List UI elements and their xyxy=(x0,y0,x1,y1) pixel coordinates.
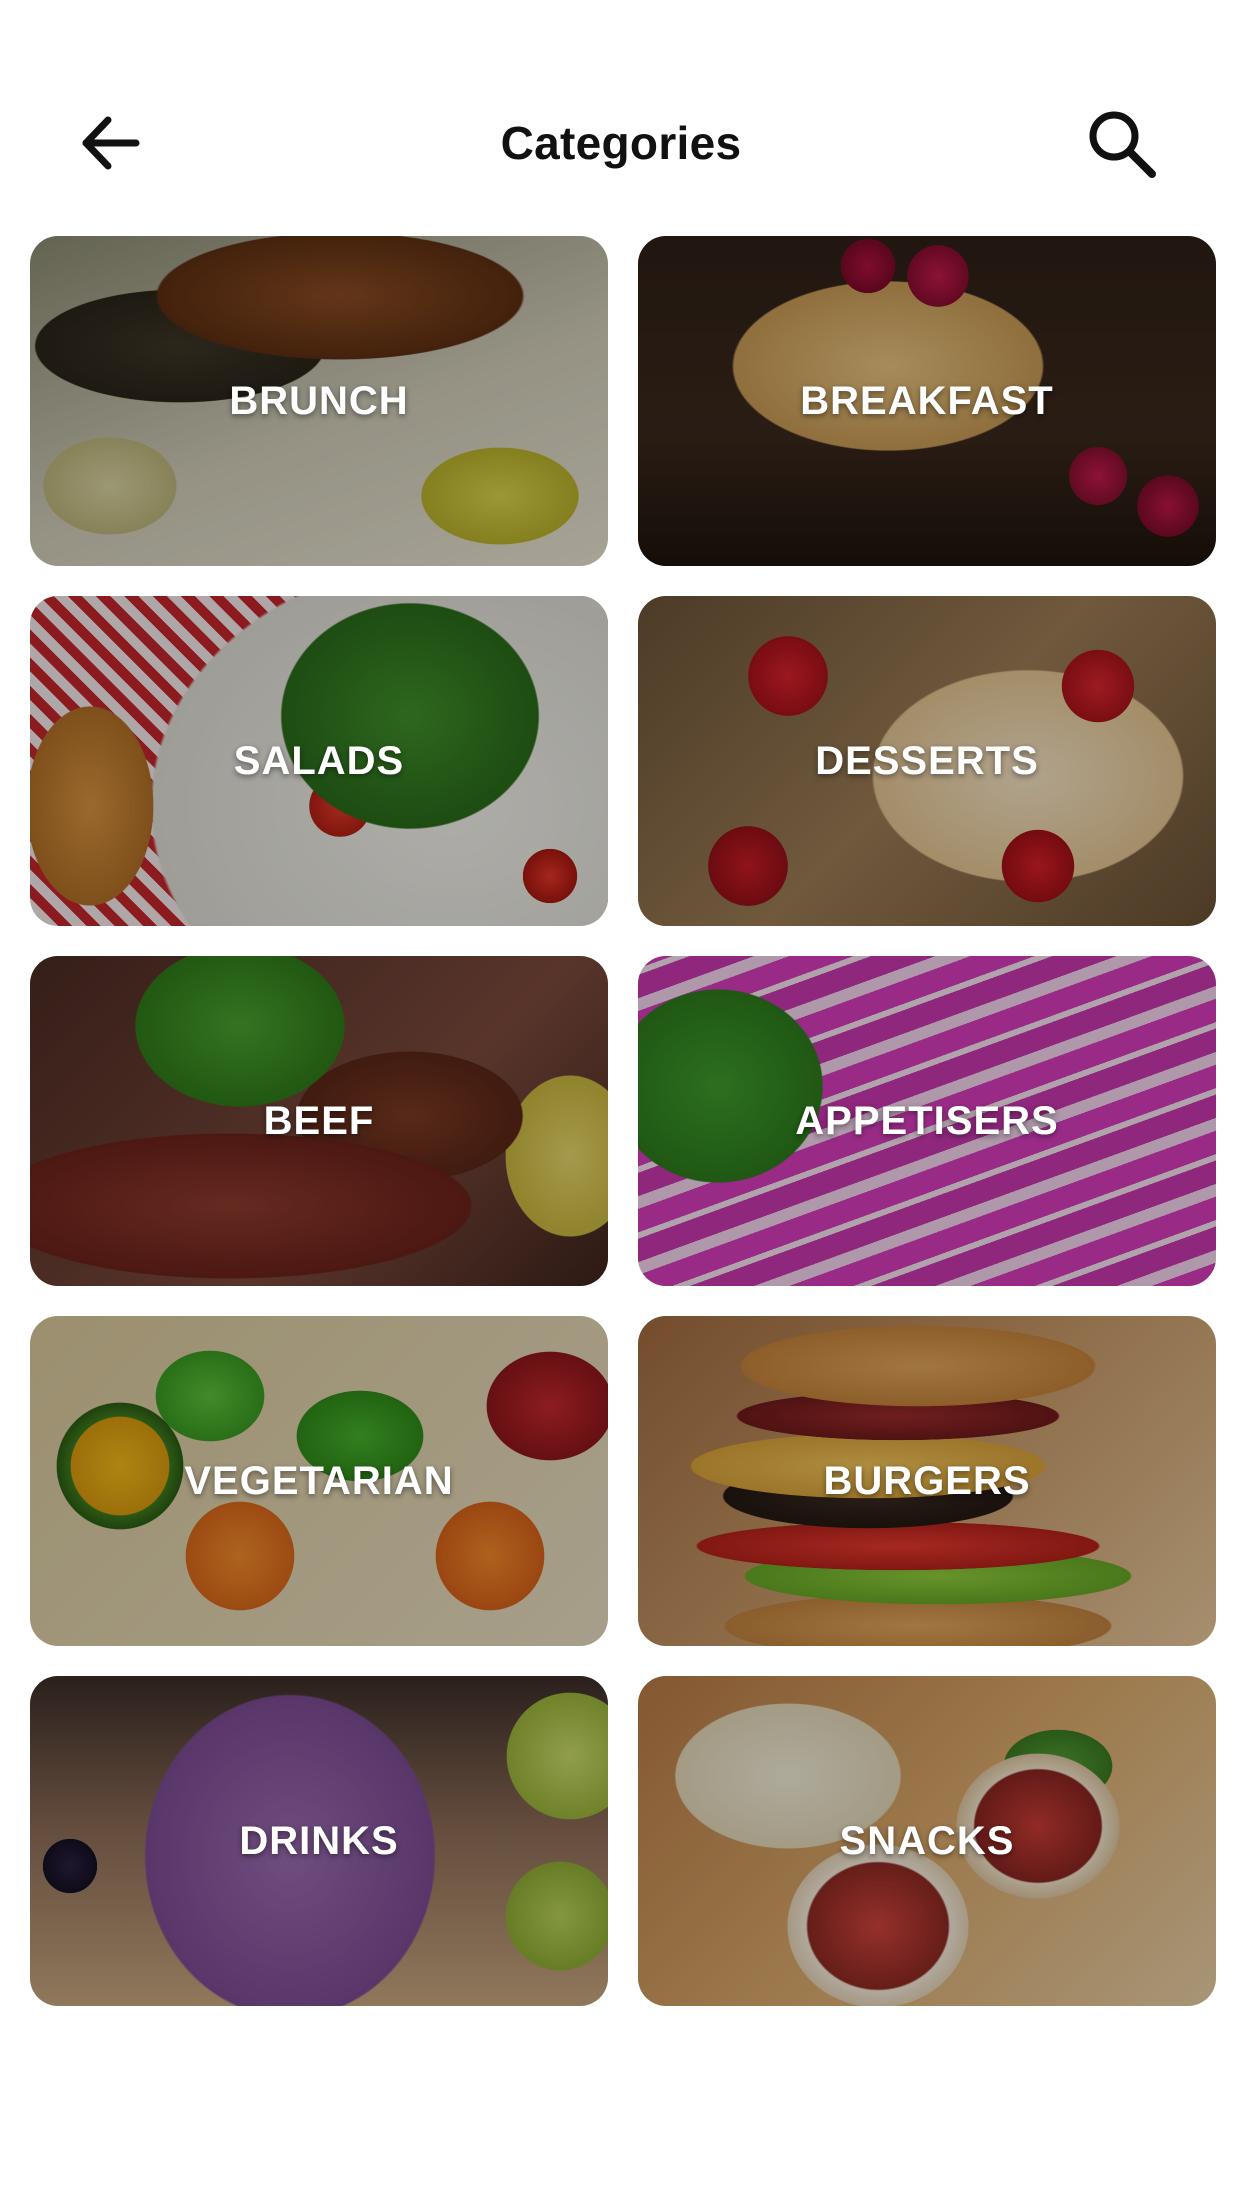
category-label: BEEF xyxy=(263,1098,375,1143)
search-button[interactable] xyxy=(1082,104,1162,184)
category-card-beef[interactable]: BEEF xyxy=(30,956,608,1286)
category-label: BRUNCH xyxy=(229,378,409,423)
category-card-appetisers[interactable]: APPETISERS xyxy=(638,956,1216,1286)
category-label: BURGERS xyxy=(823,1458,1031,1503)
category-label: BREAKFAST xyxy=(800,378,1054,423)
category-label: APPETISERS xyxy=(795,1098,1059,1143)
category-label: SNACKS xyxy=(839,1818,1015,1863)
category-card-burgers[interactable]: BURGERS xyxy=(638,1316,1216,1646)
category-grid: BRUNCH BREAKFAST SALADS DESSERTS BEEF AP… xyxy=(30,236,1216,2006)
category-card-snacks[interactable]: SNACKS xyxy=(638,1676,1216,2006)
category-label: SALADS xyxy=(233,738,405,783)
category-card-salads[interactable]: SALADS xyxy=(30,596,608,926)
category-card-breakfast[interactable]: BREAKFAST xyxy=(638,236,1216,566)
top-app-bar: Categories xyxy=(0,0,1242,232)
category-card-drinks[interactable]: DRINKS xyxy=(30,1676,608,2006)
category-card-desserts[interactable]: DESSERTS xyxy=(638,596,1216,926)
category-label: DESSERTS xyxy=(815,738,1039,783)
search-icon xyxy=(1089,111,1156,178)
category-label: VEGETARIAN xyxy=(184,1458,454,1503)
category-label: DRINKS xyxy=(239,1818,399,1863)
category-card-brunch[interactable]: BRUNCH xyxy=(30,236,608,566)
category-card-vegetarian[interactable]: VEGETARIAN xyxy=(30,1316,608,1646)
page-title: Categories xyxy=(500,117,742,169)
